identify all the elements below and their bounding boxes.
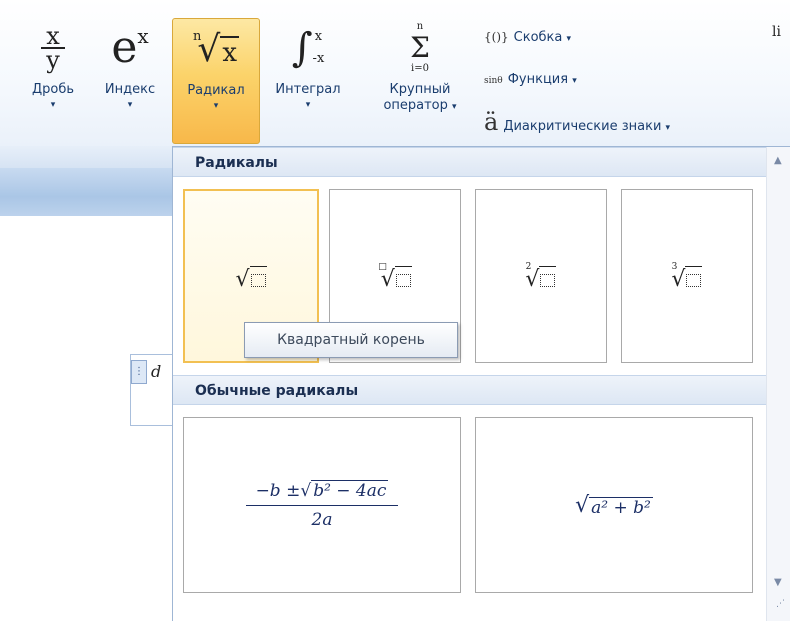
section-header-radicals: Радикалы [173,147,767,177]
fraction-icon: x y [18,18,88,78]
integral-icon: ∫ x -x [291,25,325,71]
square-root-degree-icon: 2 √ [525,260,557,292]
quadratic-formula: −b ± √ b² − 4ac 2a [245,480,399,530]
chevron-down-icon: ▾ [566,34,572,44]
radical-gallery: Радикалы √ □ √ 2 √ 3 √ Обычные радикалы −b … [172,146,790,621]
equation-handle[interactable]: ⋮ [131,360,147,384]
script-button[interactable]: e x Индекс ▾ [94,18,166,138]
radical-icon: n √ x [193,28,239,70]
tile-quadratic-formula[interactable]: −b ± √ b² − 4ac 2a [183,417,461,593]
function-icon: sinθ [484,76,503,86]
bracket-icon: {()} [484,30,509,44]
tooltip: Квадратный корень [244,322,458,358]
large-operator-label: Крупный [389,82,451,97]
chevron-down-icon: ▾ [50,100,56,110]
bracket-button[interactable]: {()} Скобка ▾ [484,30,571,45]
sum-icon: n Σ i=0 [410,21,430,74]
chevron-down-icon: ▾ [572,76,577,86]
large-operator-button[interactable]: n Σ i=0 Крупный оператор ▾ [364,18,476,138]
scroll-up-icon[interactable]: ▲ [774,155,782,166]
square-root-icon: √ [235,260,267,292]
chevron-down-icon: ▾ [305,100,311,110]
tile-cube-root[interactable]: 3 √ [621,189,753,363]
nth-root-icon: □ √ [378,260,412,292]
script-icon: e x [111,22,149,73]
large-operator-label-2: оператор [383,98,448,113]
resize-grip-icon[interactable]: ⋰ [776,599,785,609]
pythagorean-formula: √ a² + b² [575,492,653,518]
fraction-button[interactable]: x y Дробь ▾ [18,18,88,138]
cube-root-icon: 3 √ [671,260,703,292]
chevron-down-icon: ▾ [665,123,671,133]
chevron-down-icon: ▾ [127,100,133,110]
tile-pythagorean[interactable]: √ a² + b² [475,417,753,593]
integral-button[interactable]: ∫ x -x Интеграл ▾ [262,18,354,138]
radical-button[interactable]: n √ x Радикал ▾ [172,18,260,144]
section-header-common-radicals: Обычные радикалы [173,375,767,405]
chevron-down-icon: ▾ [213,101,219,111]
integral-label: Интеграл [275,82,341,97]
function-button[interactable]: sinθ Функция ▾ [484,72,577,87]
document-ruler-bar [0,168,200,216]
fraction-label: Дробь [31,82,75,97]
equation-text[interactable]: d [151,362,161,381]
ribbon: x y Дробь ▾ e x Индекс ▾ n √ x Радикал ▾… [0,0,790,169]
accent-icon: ä [484,108,499,136]
chevron-down-icon: ▾ [452,102,457,112]
script-label: Индекс [104,82,156,97]
accent-button[interactable]: ä Диакритические знаки ▾ [484,108,670,136]
scroll-down-icon[interactable]: ▼ [774,577,782,588]
gallery-scrollbar[interactable]: ▲ ▼ ⋰ [766,147,790,621]
radical-label: Радикал [187,83,245,98]
tile-square-root-with-degree[interactable]: 2 √ [475,189,607,363]
limit-button-cut[interactable]: li [772,24,781,40]
